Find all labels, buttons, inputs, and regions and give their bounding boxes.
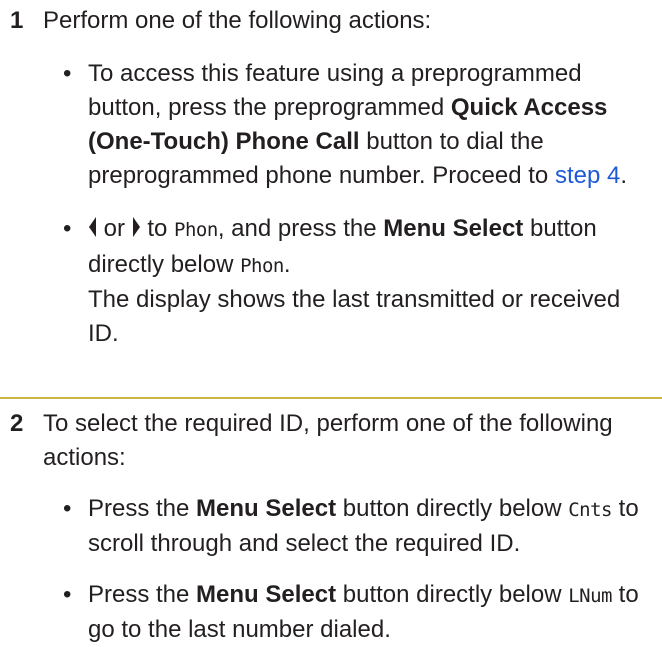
list-item: • or to Phon, and press the Menu Select … [43,212,650,351]
list-item: • To access this feature using a preprog… [43,57,650,193]
display-text: Phon [240,255,284,277]
step-number: 2 [10,410,24,437]
item-note: The display shows the last transmitted o… [88,286,621,347]
item-text: . [283,251,291,278]
step-link[interactable]: step 4 [555,162,620,189]
step-intro: To select the required ID, perform one o… [43,410,613,471]
action-list: • To access this feature using a preprog… [43,57,650,351]
step-intro: Perform one of the following actions: [43,7,432,34]
bullet: • [63,215,72,242]
item-text: Press the [88,581,197,608]
display-text: LNum [568,585,612,607]
bullet: • [63,495,72,522]
right-arrow-icon [132,214,141,248]
button-name: Menu Select [196,495,337,522]
bullet: • [63,581,72,608]
action-list: • Press the Menu Select button directly … [43,492,650,647]
step-number: 1 [10,7,24,34]
instruction-page: 1 Perform one of the following actions: … [0,0,662,643]
item-text: . [620,162,628,189]
item-text: , and press the [217,215,384,242]
item-text: button directly below [336,495,569,522]
step-body: To select the required ID, perform one o… [43,407,650,647]
button-name: Menu Select [196,581,337,608]
item-text: to [140,215,175,242]
step-divider [0,397,662,399]
item-text: button directly below [336,581,569,608]
list-item: • Press the Menu Select button directly … [43,578,650,647]
item-text: or [97,215,132,242]
left-arrow-icon [88,214,97,248]
display-text: Phon [174,219,218,241]
step-body: Perform one of the following actions: • … [43,4,650,351]
display-text: Cnts [568,499,612,521]
list-item: • Press the Menu Select button directly … [43,492,650,561]
button-name: Menu Select [383,215,524,242]
item-text: Press the [88,495,197,522]
bullet: • [63,60,72,87]
